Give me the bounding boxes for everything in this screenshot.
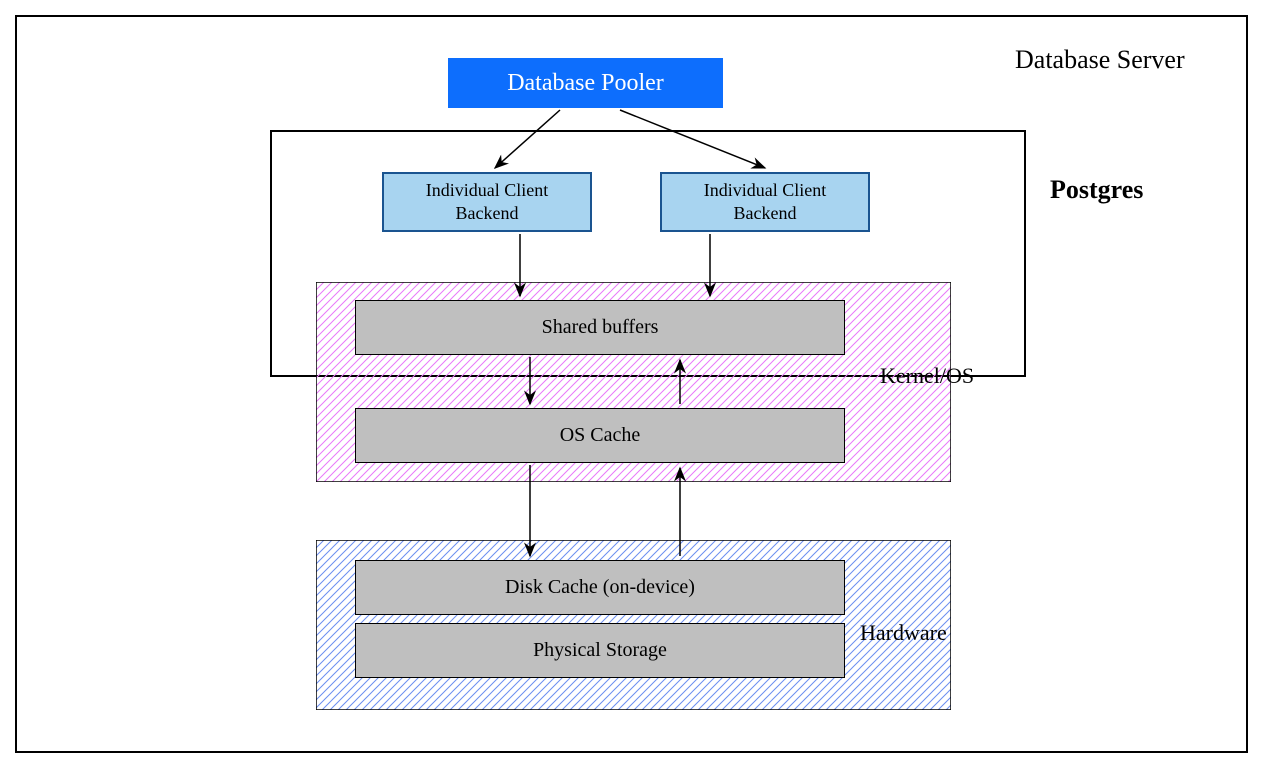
client-backend-1-label: Individual Client Backend bbox=[426, 179, 548, 226]
database-pooler-box: Database Pooler bbox=[448, 58, 723, 108]
disk-cache-label: Disk Cache (on-device) bbox=[505, 576, 695, 599]
client-backend-2: Individual Client Backend bbox=[660, 172, 870, 232]
database-server-label: Database Server bbox=[1015, 45, 1185, 75]
hardware-label: Hardware bbox=[860, 620, 947, 646]
os-cache-label: OS Cache bbox=[560, 424, 641, 447]
postgres-label: Postgres bbox=[1050, 175, 1143, 205]
physical-storage-label: Physical Storage bbox=[533, 639, 667, 662]
database-pooler-label: Database Pooler bbox=[507, 70, 664, 97]
client-backend-2-label: Individual Client Backend bbox=[704, 179, 826, 226]
os-cache-box: OS Cache bbox=[355, 408, 845, 463]
shared-buffers-box: Shared buffers bbox=[355, 300, 845, 355]
client-backend-1: Individual Client Backend bbox=[382, 172, 592, 232]
shared-buffers-label: Shared buffers bbox=[542, 316, 659, 339]
physical-storage-box: Physical Storage bbox=[355, 623, 845, 678]
disk-cache-box: Disk Cache (on-device) bbox=[355, 560, 845, 615]
kernel-os-label: Kernel/OS bbox=[880, 363, 974, 389]
